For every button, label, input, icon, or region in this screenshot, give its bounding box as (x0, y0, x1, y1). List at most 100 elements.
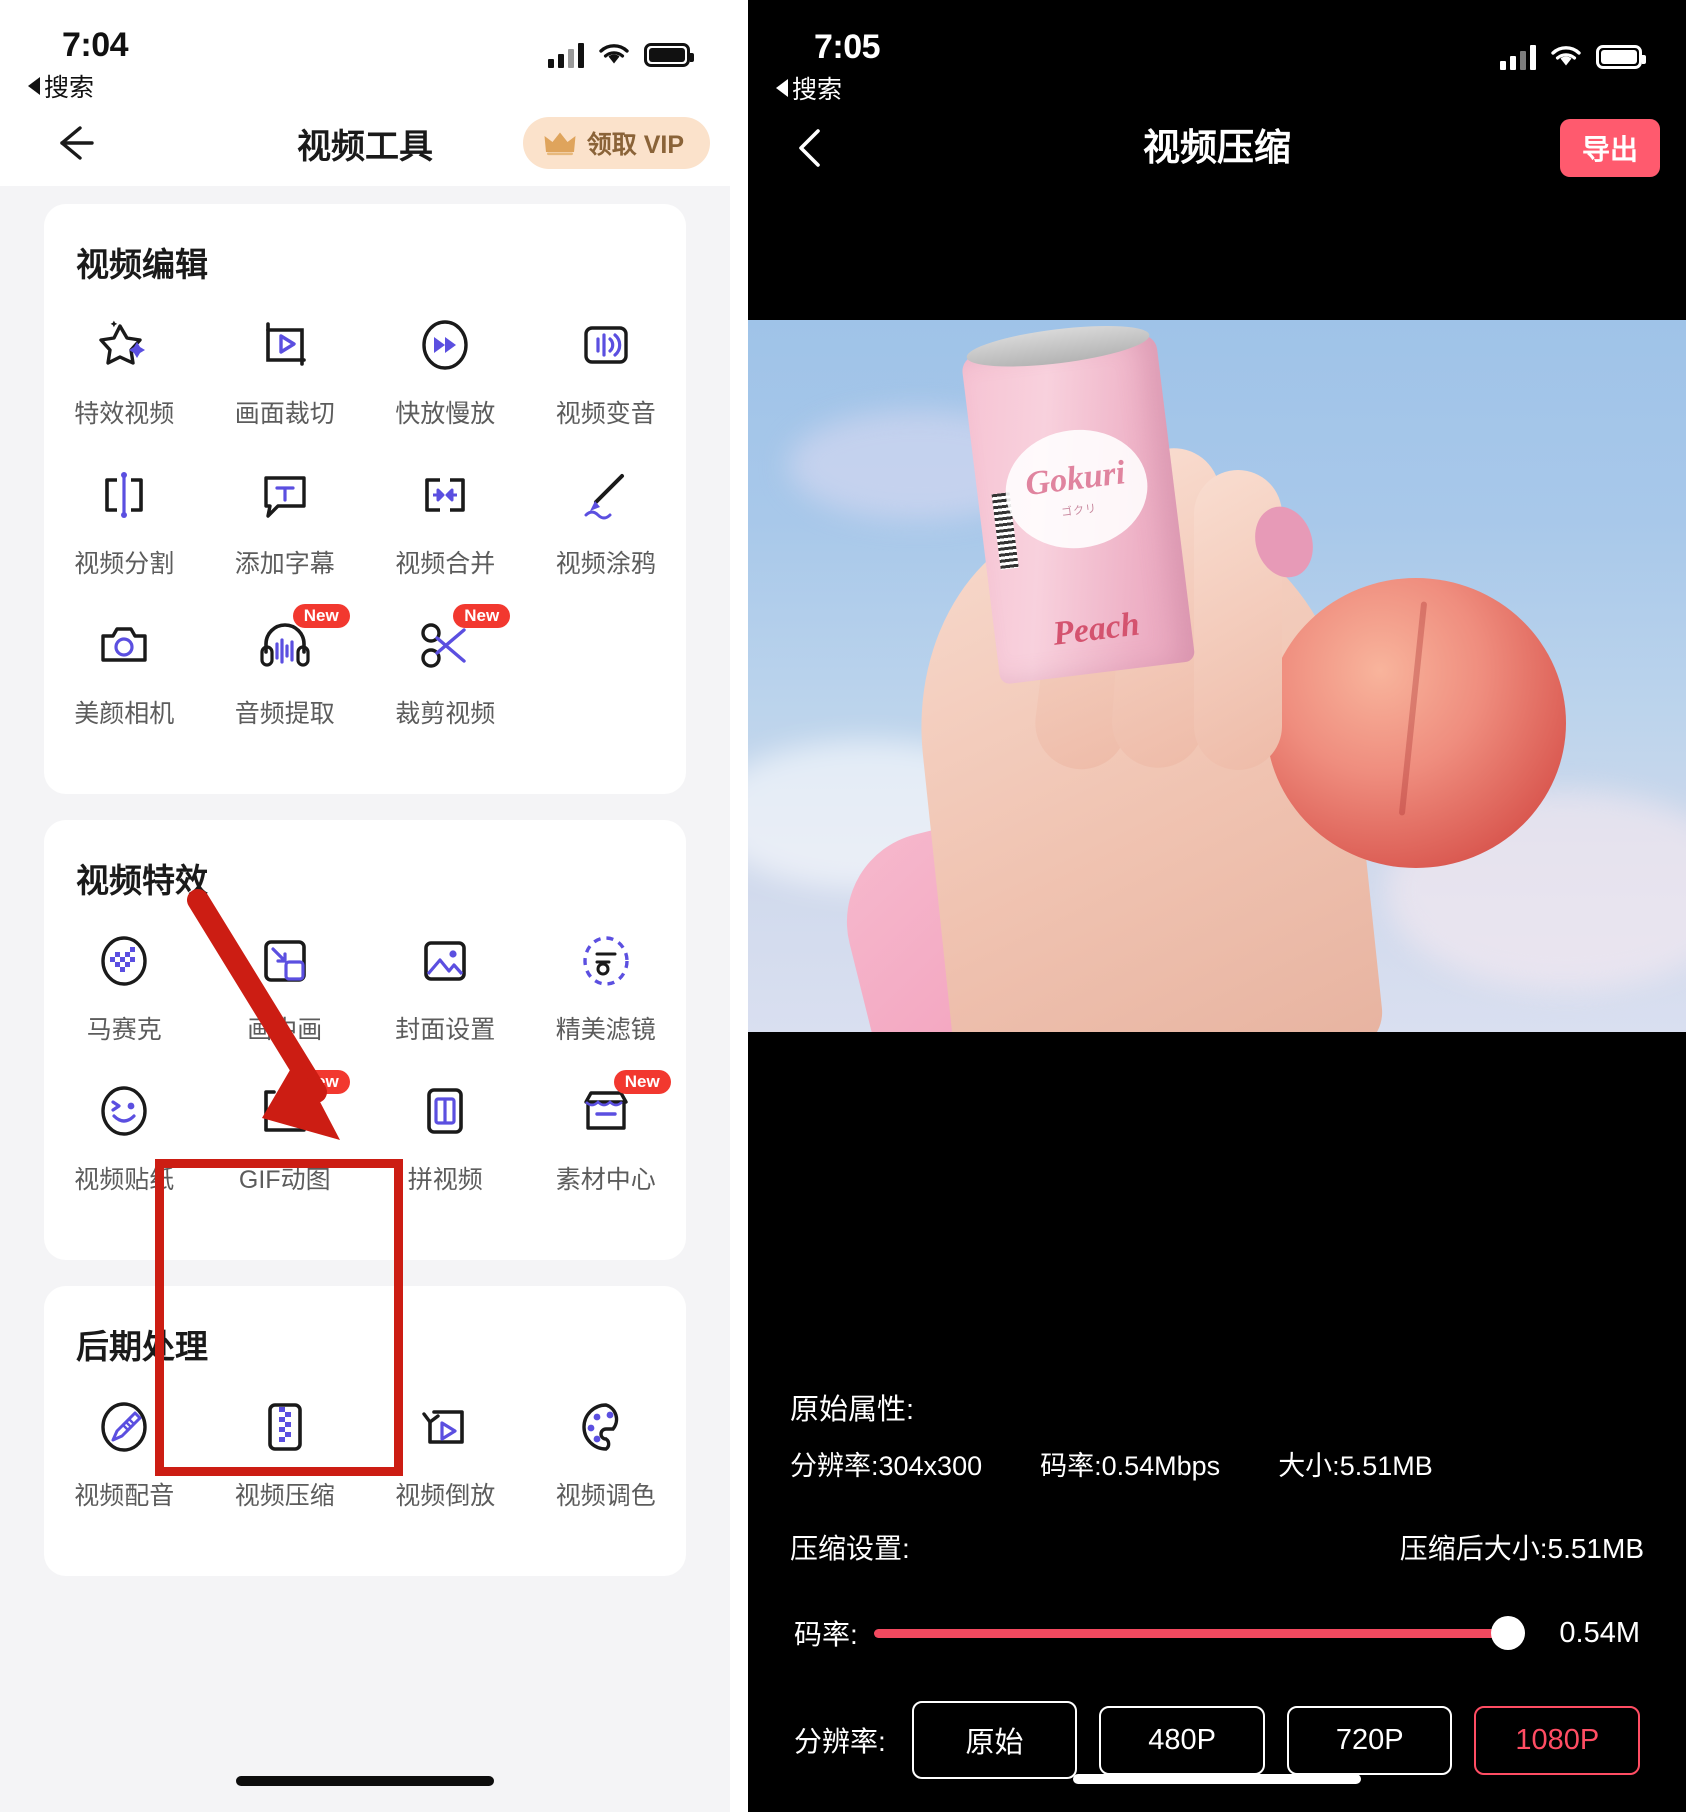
tool-dubbing[interactable]: 视频配音 (44, 1396, 205, 1512)
battery-icon (1596, 45, 1646, 69)
left-status-bar: 7:04 搜索 (0, 0, 730, 102)
tool-subtitle[interactable]: 添加字幕 (205, 464, 366, 580)
tool-filter[interactable]: 精美滤镜 (526, 930, 687, 1046)
video-preview-area[interactable]: Gokuri ゴクリ Peach (748, 192, 1686, 1322)
status-back-to-search[interactable]: 搜索 (28, 68, 94, 104)
section-post-processing: 后期处理 视频配音 视频压缩 视频倒放 视频调色 (44, 1286, 686, 1576)
resolution-value: 分辨率:304x300 (790, 1451, 983, 1481)
tool-label: 视频贴纸 (74, 1166, 175, 1194)
wifi-icon (599, 44, 629, 64)
bitrate-slider-value: 0.54M (1559, 1616, 1640, 1649)
tool-label: 视频合并 (395, 550, 496, 578)
tool-label: 拼视频 (407, 1166, 483, 1194)
original-properties-row: 分辨率:304x300 码率:0.54Mbps 大小:5.51MB (790, 1444, 1644, 1483)
resolution-option-1080p[interactable]: 1080P (1474, 1705, 1641, 1775)
section-video-effects: 视频特效 马赛克 画中画 封面设置 精美滤镜 视频贴纸 GIF New GIF动… (44, 820, 686, 1260)
right-status-bar: 7:05 搜索 (748, 0, 1686, 104)
left-scroll-body[interactable]: 视频编辑 特效视频 画面裁切 快放慢放 视频变音 视频分割 添加字幕 视频合并 … (0, 186, 730, 1812)
tool-cover-setting[interactable]: 封面设置 (365, 930, 526, 1046)
picture-in-picture-icon (254, 930, 316, 992)
new-badge: New (453, 604, 511, 628)
tool-audio-extract[interactable]: New 音频提取 (205, 604, 366, 730)
tool-doodle[interactable]: 视频涂鸦 (526, 464, 687, 580)
bitrate-slider[interactable] (873, 1616, 1526, 1650)
tool-label: 素材中心 (555, 1166, 656, 1194)
section-title: 后期处理 (76, 1328, 208, 1365)
tool-beauty-camera[interactable]: 美颜相机 (44, 614, 205, 730)
tool-sticker[interactable]: 视频贴纸 (44, 1080, 205, 1196)
split-screen-icon (414, 1080, 476, 1142)
resolution-option-480p[interactable]: 480P (1099, 1705, 1265, 1775)
resolution-option-original[interactable]: 原始 (911, 1701, 1078, 1779)
split-icon (93, 464, 155, 526)
tool-label: 音频提取 (234, 700, 335, 728)
drink-can: Gokuri ゴクリ Peach (960, 320, 1196, 685)
home-indicator (1073, 1774, 1361, 1784)
tool-label: GIF动图 (238, 1166, 331, 1194)
export-button[interactable]: 导出 (1559, 119, 1660, 177)
tool-voice-change[interactable]: 视频变音 (526, 314, 687, 430)
tool-crop-frame[interactable]: 画面裁切 (205, 314, 366, 430)
compression-screen: 7:05 搜索 视频压缩 导出 Gokuri ゴクリ Peach 原始属性: 分… (748, 0, 1686, 1812)
tool-mosaic[interactable]: 马赛克 (44, 930, 205, 1046)
merge-arrows-icon (414, 464, 476, 526)
compressed-size-value: 压缩后大小:5.51MB (1399, 1533, 1644, 1564)
chevron-left-icon[interactable] (792, 125, 826, 171)
tool-gif[interactable]: GIF New GIF动图 (205, 1070, 366, 1196)
original-properties-heading: 原始属性: (790, 1394, 915, 1426)
status-back-label: 搜索 (44, 74, 95, 102)
bitrate-slider-label: 码率: (794, 1619, 858, 1650)
filter-dashed-icon (575, 930, 637, 992)
slider-thumb[interactable] (1491, 1616, 1526, 1650)
tool-label: 马赛克 (86, 1016, 162, 1044)
crop-play-icon (254, 314, 316, 376)
peach-fruit (1266, 578, 1566, 868)
left-nav-bar: 视频工具 领取 VIP (0, 100, 730, 186)
back-arrow-icon[interactable] (52, 120, 98, 166)
can-logo: Gokuri ゴクリ (998, 421, 1155, 557)
resolution-picker: 分辨率: 原始 480P 720P 1080P (790, 1701, 1644, 1779)
tool-trim-video[interactable]: New 裁剪视频 (365, 604, 526, 730)
section-title: 视频编辑 (76, 246, 208, 283)
cover-image-icon (414, 930, 476, 992)
tool-label: 画中画 (247, 1016, 323, 1044)
fast-forward-icon (414, 314, 476, 376)
new-badge: New (292, 604, 350, 628)
right-nav-bar: 视频压缩 导出 (748, 104, 1686, 192)
tool-label: 裁剪视频 (395, 700, 496, 728)
status-back-to-search[interactable]: 搜索 (776, 70, 842, 106)
tool-merge[interactable]: 视频合并 (365, 464, 526, 580)
tool-special-effects[interactable]: 特效视频 (44, 314, 205, 430)
tool-label: 视频分割 (74, 550, 175, 578)
svg-text:GIF: GIF (268, 1102, 301, 1124)
tool-label: 封面设置 (395, 1016, 496, 1044)
wifi-icon (1551, 46, 1581, 66)
vip-button-label: 领取 VIP (586, 131, 684, 159)
page-title: 视频压缩 (1143, 127, 1291, 168)
tool-color-grading[interactable]: 视频调色 (526, 1396, 687, 1512)
sparkle-star-icon (93, 314, 155, 376)
dubbing-mic-icon (93, 1396, 155, 1458)
tool-label: 特效视频 (74, 400, 175, 428)
video-frame: Gokuri ゴクリ Peach (748, 320, 1686, 1032)
tool-compress[interactable]: 视频压缩 (205, 1396, 366, 1512)
video-info-panel: 原始属性: 分辨率:304x300 码率:0.54Mbps 大小:5.51MB … (748, 1322, 1686, 1779)
mosaic-icon (93, 930, 155, 992)
tool-speed[interactable]: 快放慢放 (365, 314, 526, 430)
claim-vip-button[interactable]: 领取 VIP (522, 117, 710, 169)
tool-grid: 特效视频 画面裁切 快放慢放 视频变音 视频分割 添加字幕 视频合并 视频涂鸦 … (44, 314, 686, 764)
tool-label: 视频涂鸦 (555, 550, 656, 578)
tool-split[interactable]: 视频分割 (44, 464, 205, 580)
status-time: 7:05 (814, 28, 881, 66)
triangle-left-icon (28, 77, 40, 95)
tool-reverse-play[interactable]: 视频倒放 (365, 1396, 526, 1512)
tool-grid: 视频配音 视频压缩 视频倒放 视频调色 (44, 1396, 686, 1546)
cellular-signal-icon (1500, 44, 1536, 70)
color-palette-icon (575, 1396, 637, 1458)
resolution-option-720p[interactable]: 720P (1286, 1705, 1453, 1775)
cellular-signal-icon (548, 42, 584, 68)
tool-split-screen[interactable]: 拼视频 (365, 1080, 526, 1196)
tool-pip[interactable]: 画中画 (205, 930, 366, 1046)
tool-material-center[interactable]: New 素材中心 (526, 1070, 687, 1196)
battery-icon (644, 43, 694, 67)
